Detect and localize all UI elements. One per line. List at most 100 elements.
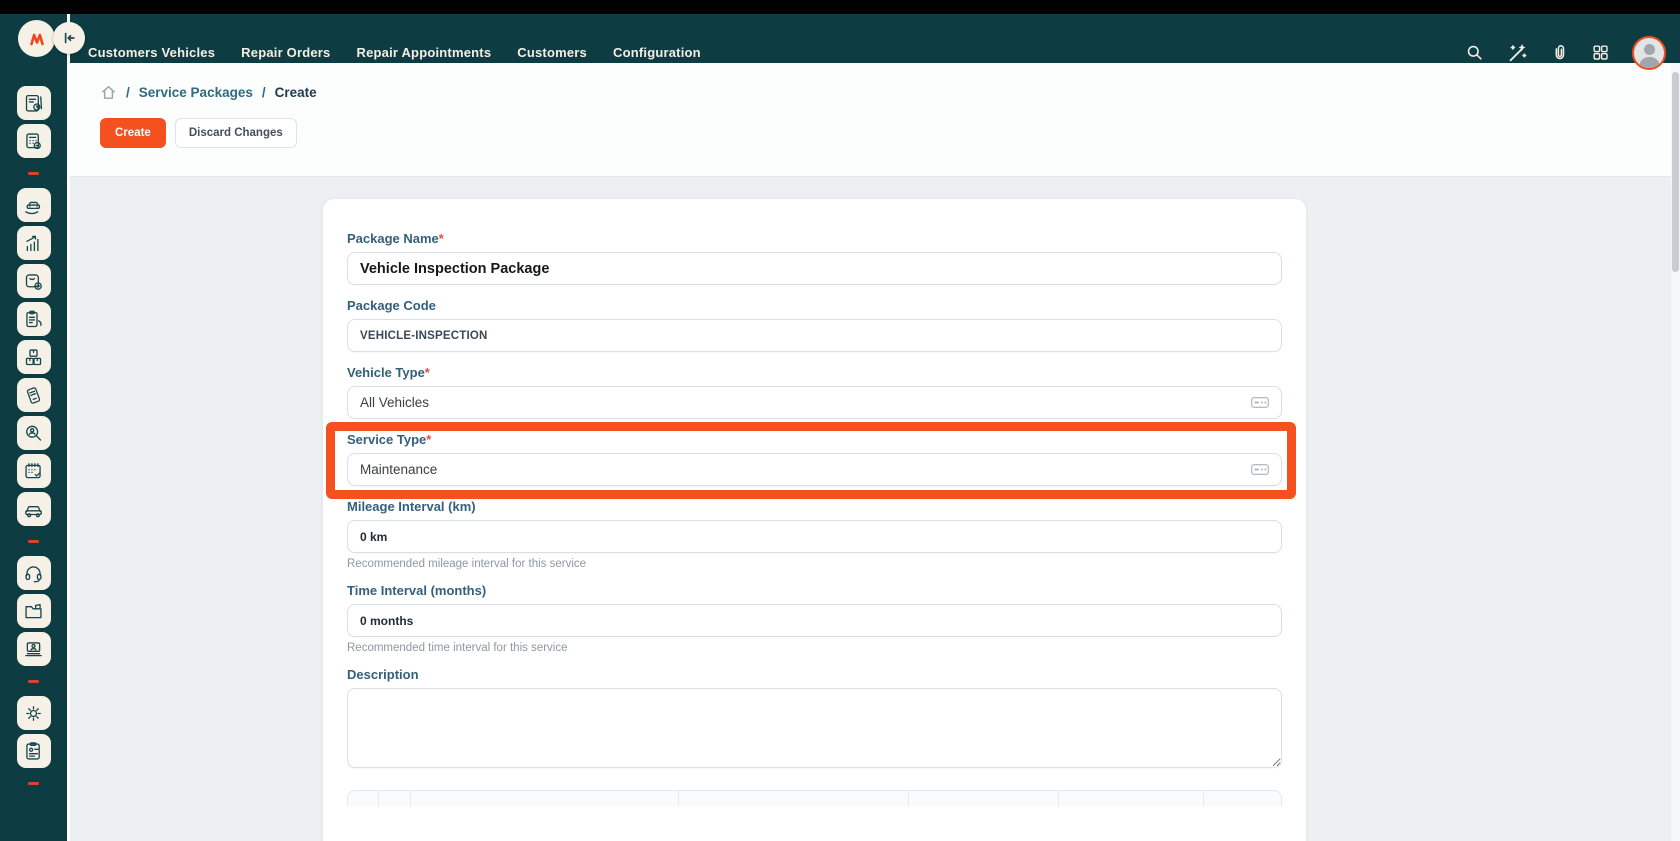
services-table-header-peek bbox=[347, 790, 1282, 806]
description-label: Description bbox=[347, 667, 1282, 682]
sidebar-item-scale-add[interactable] bbox=[17, 264, 51, 298]
field-package-code: Package Code bbox=[347, 298, 1282, 352]
sidebar-item-inventory[interactable] bbox=[17, 340, 51, 374]
magic-wand-button[interactable] bbox=[1506, 42, 1528, 64]
package-code-label: Package Code bbox=[347, 298, 1282, 313]
required-marker: * bbox=[425, 365, 430, 380]
laptop-user-icon bbox=[23, 639, 44, 660]
time-interval-label: Time Interval (months) bbox=[347, 583, 1282, 598]
page-header: / Service Packages / Create Create Disca… bbox=[70, 63, 1680, 177]
sidebar-separator-line bbox=[67, 14, 70, 841]
sidebar-section-divider bbox=[28, 772, 39, 794]
sidebar-item-card-reader[interactable] bbox=[17, 378, 51, 412]
select-indicator-icon bbox=[1251, 464, 1269, 475]
brand-logo[interactable] bbox=[18, 20, 55, 57]
magic-wand-icon bbox=[1506, 42, 1528, 64]
field-mileage-interval: Mileage Interval (km) Recommended mileag… bbox=[347, 499, 1282, 570]
breadcrumb-separator: / bbox=[126, 85, 130, 100]
sidebar-item-car-care[interactable] bbox=[17, 188, 51, 222]
topbar-actions bbox=[1465, 28, 1666, 77]
service-type-value: Maintenance bbox=[360, 462, 437, 477]
sidebar-item-clipboard-phone[interactable] bbox=[17, 302, 51, 336]
scrollbar-thumb[interactable] bbox=[1672, 72, 1679, 272]
discard-changes-button[interactable]: Discard Changes bbox=[175, 118, 297, 148]
sidebar-item-calendar[interactable] bbox=[17, 454, 51, 488]
paperclip-icon bbox=[1550, 43, 1569, 62]
sidebar-collapse-icon bbox=[60, 29, 78, 47]
main-nav: Customers Vehicles Repair Orders Repair … bbox=[88, 28, 701, 77]
breadcrumb-current-create: Create bbox=[275, 85, 317, 100]
mileage-interval-help: Recommended mileage interval for this se… bbox=[347, 558, 1282, 570]
support-headset-icon bbox=[23, 563, 44, 584]
vehicle-type-value: All Vehicles bbox=[360, 395, 429, 410]
user-avatar[interactable] bbox=[1632, 36, 1666, 70]
clipboard-phone-icon bbox=[23, 309, 44, 330]
app-window: Customers Vehicles Repair Orders Repair … bbox=[0, 0, 1680, 841]
field-description: Description bbox=[347, 667, 1282, 773]
sidebar-item-hr-records[interactable] bbox=[17, 734, 51, 768]
sidebar-item-online-session[interactable] bbox=[17, 632, 51, 666]
field-time-interval: Time Interval (months) Recommended time … bbox=[347, 583, 1282, 654]
analytics-icon bbox=[23, 233, 44, 254]
package-name-label: Package Name* bbox=[347, 231, 1282, 246]
inventory-boxes-icon bbox=[23, 347, 44, 368]
nav-repair-orders[interactable]: Repair Orders bbox=[241, 45, 330, 60]
home-icon[interactable] bbox=[100, 84, 117, 101]
field-package-name: Package Name* bbox=[347, 231, 1282, 285]
nav-customers[interactable]: Customers bbox=[517, 45, 587, 60]
folder-documents-icon bbox=[23, 601, 44, 622]
sidebar-item-vehicle[interactable] bbox=[17, 492, 51, 526]
daily-journal-icon bbox=[23, 93, 44, 114]
calculator-icon bbox=[23, 131, 44, 152]
service-type-select[interactable]: Maintenance bbox=[347, 453, 1282, 486]
avatar-person-icon bbox=[1644, 44, 1655, 55]
sidebar-section-divider bbox=[28, 670, 39, 692]
breadcrumb-service-packages[interactable]: Service Packages bbox=[139, 85, 253, 100]
nav-customers-vehicles[interactable]: Customers Vehicles bbox=[88, 45, 215, 60]
field-service-type: Service Type* Maintenance bbox=[347, 432, 1282, 486]
sidebar-item-documents[interactable] bbox=[17, 594, 51, 628]
apps-grid-icon bbox=[1591, 43, 1610, 62]
required-marker: * bbox=[439, 231, 444, 246]
search-button[interactable] bbox=[1465, 43, 1484, 62]
search-icon bbox=[1465, 43, 1484, 62]
required-marker: * bbox=[426, 432, 431, 447]
header-action-buttons: Create Discard Changes bbox=[100, 118, 297, 148]
sidebar-item-settings[interactable] bbox=[17, 696, 51, 730]
mileage-interval-input[interactable] bbox=[347, 520, 1282, 553]
attachments-button[interactable] bbox=[1550, 43, 1569, 62]
sidebar-section-divider bbox=[28, 162, 39, 184]
service-package-form-card: Package Name* Package Code Vehicle Type*… bbox=[322, 198, 1307, 841]
breadcrumb-separator: / bbox=[262, 85, 266, 100]
service-type-label: Service Type* bbox=[347, 432, 1282, 447]
sidebar-section-divider bbox=[28, 530, 39, 552]
description-textarea[interactable] bbox=[347, 688, 1282, 768]
calendar-check-icon bbox=[23, 461, 44, 482]
package-code-input[interactable] bbox=[347, 319, 1282, 352]
car-care-icon bbox=[23, 195, 44, 216]
package-name-input[interactable] bbox=[347, 252, 1282, 285]
create-button[interactable]: Create bbox=[100, 118, 166, 148]
app-sidebar bbox=[0, 63, 67, 841]
vehicle-type-select[interactable]: All Vehicles bbox=[347, 386, 1282, 419]
settings-gear-icon bbox=[23, 703, 44, 724]
time-interval-help: Recommended time interval for this servi… bbox=[347, 642, 1282, 654]
top-navigation-bar: Customers Vehicles Repair Orders Repair … bbox=[0, 14, 1680, 63]
sidebar-item-daily-journal[interactable] bbox=[17, 86, 51, 120]
vehicle-icon bbox=[23, 499, 44, 520]
clipboard-person-icon bbox=[23, 741, 44, 762]
sidebar-item-customer-search[interactable] bbox=[17, 416, 51, 450]
sidebar-item-calculator[interactable] bbox=[17, 124, 51, 158]
screen-top-strip bbox=[0, 0, 1680, 14]
apps-grid-button[interactable] bbox=[1591, 43, 1610, 62]
sidebar-item-support[interactable] bbox=[17, 556, 51, 590]
page-scrollbar[interactable] bbox=[1671, 63, 1680, 841]
nav-configuration[interactable]: Configuration bbox=[613, 45, 701, 60]
vehicle-type-label: Vehicle Type* bbox=[347, 365, 1282, 380]
brand-logo-icon bbox=[25, 27, 49, 51]
nav-repair-appointments[interactable]: Repair Appointments bbox=[356, 45, 491, 60]
breadcrumb: / Service Packages / Create bbox=[100, 84, 317, 101]
sidebar-collapse-button[interactable] bbox=[53, 22, 85, 54]
sidebar-item-analytics[interactable] bbox=[17, 226, 51, 260]
time-interval-input[interactable] bbox=[347, 604, 1282, 637]
